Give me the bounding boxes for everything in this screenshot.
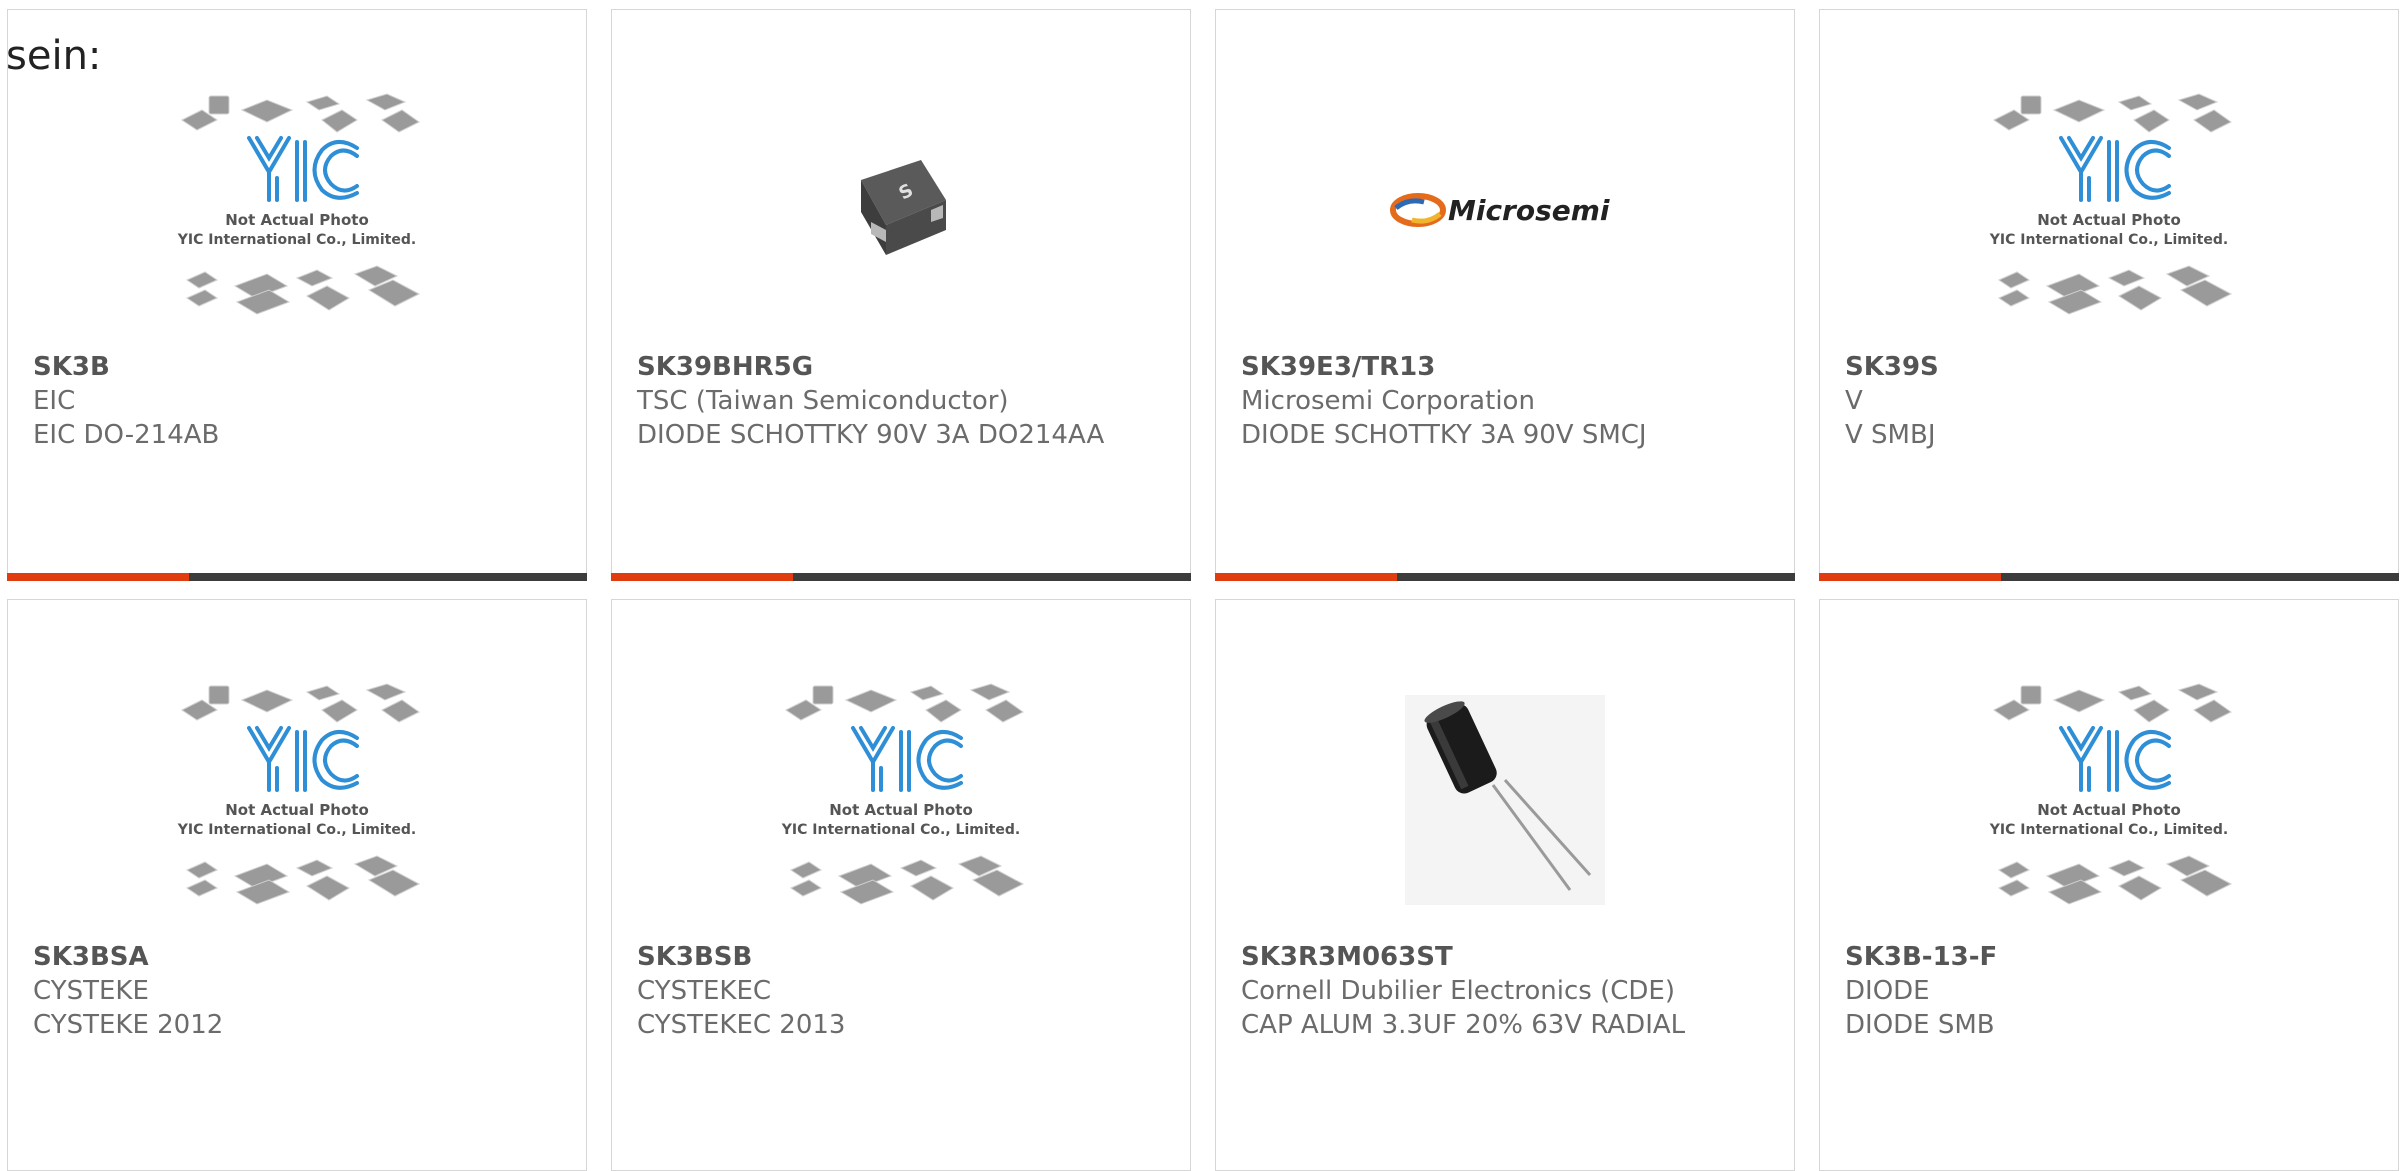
product-image[interactable]: Not Actual Photo YIC International Co., … bbox=[1820, 680, 2398, 920]
product-card[interactable]: Not Actual Photo YIC International Co., … bbox=[611, 599, 1191, 1171]
yic-placeholder-image: Not Actual Photo YIC International Co., … bbox=[1989, 93, 2233, 315]
product-card[interactable]: Not Actual Photo YIC International Co., … bbox=[7, 9, 587, 581]
microsemi-logo: Microsemi bbox=[1390, 193, 1610, 227]
manufacturer: EIC bbox=[33, 386, 76, 416]
part-number[interactable]: SK3R3M063ST bbox=[1241, 940, 1774, 974]
microsemi-logo-text: Microsemi bbox=[1448, 194, 1610, 227]
product-image[interactable] bbox=[1216, 680, 1794, 920]
part-number[interactable]: SK3BSA bbox=[33, 940, 566, 974]
description: EIC DO-214AB bbox=[33, 420, 220, 450]
placeholder-line-1: Not Actual Photo bbox=[2037, 211, 2181, 229]
placeholder-line-2: YIC International Co., Limited. bbox=[1989, 232, 2228, 248]
product-card[interactable]: Microsemi SK39E3/TR13 Microsemi Corporat… bbox=[1215, 9, 1795, 581]
smd-diode-image: S bbox=[861, 160, 946, 255]
product-grid: Not Actual Photo YIC International Co., … bbox=[7, 9, 2400, 1171]
product-card[interactable]: Not Actual Photo YIC International Co., … bbox=[1819, 9, 2399, 581]
product-card[interactable]: Not Actual Photo YIC International Co., … bbox=[7, 599, 587, 1171]
placeholder-line-2: YIC International Co., Limited. bbox=[781, 822, 1020, 838]
manufacturer: TSC (Taiwan Semiconductor) bbox=[637, 386, 1009, 416]
description: CYSTEKEC 2013 bbox=[637, 1010, 846, 1040]
part-number[interactable]: SK3BSB bbox=[637, 940, 1170, 974]
description: DIODE SCHOTTKY 90V 3A DO214AA bbox=[637, 420, 1105, 450]
placeholder-line-1: Not Actual Photo bbox=[225, 801, 369, 819]
product-image[interactable]: Not Actual Photo YIC International Co., … bbox=[8, 680, 586, 920]
part-number[interactable]: SK39S bbox=[1845, 350, 2378, 384]
manufacturer: CYSTEKE bbox=[33, 976, 149, 1006]
placeholder-line-2: YIC International Co., Limited. bbox=[177, 232, 416, 248]
part-number[interactable]: SK39BHR5G bbox=[637, 350, 1170, 384]
manufacturer: V bbox=[1845, 386, 1863, 416]
yic-placeholder-image: Not Actual Photo YIC International Co., … bbox=[1989, 683, 2233, 905]
manufacturer: Cornell Dubilier Electronics (CDE) bbox=[1241, 976, 1675, 1006]
description: CAP ALUM 3.3UF 20% 63V RADIAL bbox=[1241, 1010, 1686, 1040]
product-card[interactable]: Not Actual Photo YIC International Co., … bbox=[1819, 599, 2399, 1171]
description: DIODE SMB bbox=[1845, 1010, 1995, 1040]
description: DIODE SCHOTTKY 3A 90V SMCJ bbox=[1241, 420, 1647, 450]
placeholder-line-2: YIC International Co., Limited. bbox=[177, 822, 416, 838]
part-number[interactable]: SK3B bbox=[33, 350, 566, 384]
product-image[interactable]: Microsemi bbox=[1216, 90, 1794, 330]
product-image[interactable]: Not Actual Photo YIC International Co., … bbox=[612, 680, 1190, 920]
card-accent-bar bbox=[1215, 573, 1795, 581]
description: V SMBJ bbox=[1845, 420, 1936, 450]
product-image[interactable]: Not Actual Photo YIC International Co., … bbox=[1820, 90, 2398, 330]
manufacturer: DIODE bbox=[1845, 976, 1930, 1006]
manufacturer: Microsemi Corporation bbox=[1241, 386, 1535, 416]
placeholder-line-1: Not Actual Photo bbox=[2037, 801, 2181, 819]
product-image[interactable]: Not Actual Photo YIC International Co., … bbox=[8, 90, 586, 330]
placeholder-line-1: Not Actual Photo bbox=[829, 801, 973, 819]
product-card[interactable]: S SK39BHR5G TSC (Taiwan Semiconductor) D… bbox=[611, 9, 1191, 581]
placeholder-line-1: Not Actual Photo bbox=[225, 211, 369, 229]
card-accent-bar bbox=[1819, 573, 2399, 581]
placeholder-line-2: YIC International Co., Limited. bbox=[1989, 822, 2228, 838]
product-image[interactable]: S bbox=[612, 90, 1190, 330]
description: CYSTEKE 2012 bbox=[33, 1010, 224, 1040]
yic-placeholder-image: Not Actual Photo YIC International Co., … bbox=[781, 683, 1025, 905]
manufacturer: CYSTEKEC bbox=[637, 976, 772, 1006]
yic-placeholder-image: Not Actual Photo YIC International Co., … bbox=[177, 93, 421, 315]
card-accent-bar bbox=[7, 573, 587, 581]
card-accent-bar bbox=[611, 573, 1191, 581]
capacitor-image bbox=[1405, 695, 1605, 905]
heading: sein: bbox=[6, 33, 102, 79]
product-card[interactable]: SK3R3M063ST Cornell Dubilier Electronics… bbox=[1215, 599, 1795, 1171]
part-number[interactable]: SK39E3/TR13 bbox=[1241, 350, 1774, 384]
yic-placeholder-image: Not Actual Photo YIC International Co., … bbox=[177, 683, 421, 905]
part-number[interactable]: SK3B-13-F bbox=[1845, 940, 2378, 974]
